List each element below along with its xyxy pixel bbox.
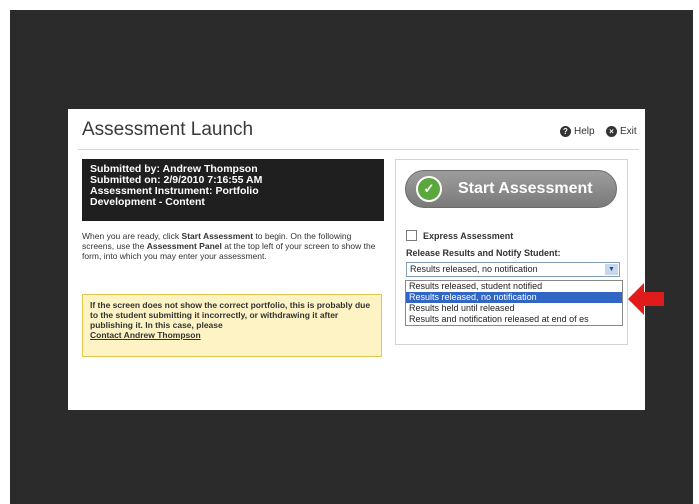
title-divider [78,149,639,150]
start-assessment-button[interactable]: ✓ Start Assessment [405,170,617,208]
red-arrow-icon [628,283,664,315]
help-button[interactable]: ? Help [560,126,595,137]
chevron-down-icon[interactable]: ▼ [605,264,618,275]
option-released-notified[interactable]: Results released, student notified [406,281,622,292]
intro-part1: When you are ready, click [82,231,182,241]
exit-button[interactable]: × Exit [606,126,637,137]
option-released-end[interactable]: Results and notification released at end… [406,314,622,325]
submission-info: Submitted by: Andrew Thompson Submitted … [82,159,384,221]
help-label: Help [574,126,595,137]
close-icon: × [606,126,617,137]
start-assessment-label: Start Assessment [458,180,593,197]
express-checkbox[interactable] [406,230,417,241]
intro-text: When you are ready, click Start Assessme… [82,231,382,261]
option-released-no-notification[interactable]: Results released, no notification [406,292,622,303]
intro-bold-start: Start Assessment [181,231,254,241]
warning-text: If the screen does not show the correct … [90,300,371,330]
assessment-instrument-cont: Development - Content [90,196,205,208]
release-label: Release Results and Notify Student: [406,248,561,258]
exit-label: Exit [620,126,637,137]
release-options-list: Results released, student notified Resul… [405,280,623,326]
dialog-title: Assessment Launch [82,119,254,140]
assessment-launch-dialog: Assessment Launch ? Help × Exit Submitte… [68,109,645,410]
express-label: Express Assessment [423,230,514,241]
check-icon: ✓ [416,176,442,202]
option-held-until-released[interactable]: Results held until released [406,303,622,314]
contact-link[interactable]: Contact Andrew Thompson [90,330,374,340]
warning-box: If the screen does not show the correct … [82,294,382,357]
intro-bold-panel: Assessment Panel [146,241,222,251]
express-assessment-option[interactable]: Express Assessment [406,230,513,241]
release-select[interactable]: Results released, no notification ▼ [406,262,620,277]
release-select-value: Results released, no notification [410,264,538,274]
help-icon: ? [560,126,571,137]
